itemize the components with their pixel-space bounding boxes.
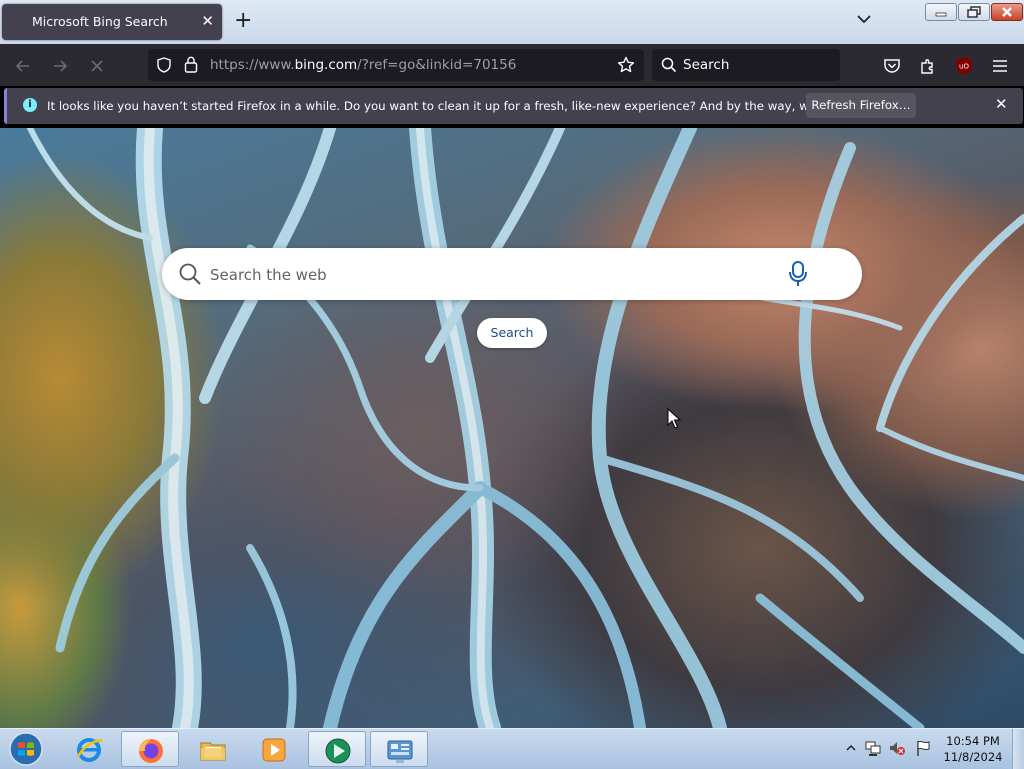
close-window-button[interactable] bbox=[991, 3, 1023, 21]
search-bar[interactable]: Search bbox=[652, 49, 840, 81]
restore-icon bbox=[967, 6, 981, 18]
url-prefix: https://www. bbox=[210, 57, 295, 73]
new-tab-button[interactable]: + bbox=[234, 9, 252, 33]
taskbar: 10:54 PM 11/8/2024 bbox=[0, 728, 1024, 769]
info-icon: i bbox=[23, 98, 37, 112]
menu-hamburger-icon[interactable] bbox=[989, 55, 1011, 77]
address-bar[interactable]: https://www.bing.com/?ref=go&linkid=7015… bbox=[148, 49, 644, 81]
network-icon[interactable] bbox=[864, 737, 882, 759]
restore-button[interactable] bbox=[958, 3, 990, 21]
refresh-firefox-notification: i It looks like you haven’t started Fire… bbox=[4, 88, 1023, 124]
taskbar-firefox[interactable] bbox=[121, 731, 179, 767]
action-center-flag-icon[interactable] bbox=[914, 737, 932, 759]
taskbar-green-app[interactable] bbox=[308, 731, 366, 767]
svg-text:uO: uO bbox=[959, 63, 969, 71]
green-app-icon bbox=[325, 738, 351, 764]
start-button-windows-icon[interactable] bbox=[6, 730, 46, 768]
extensions-puzzle-icon[interactable] bbox=[917, 55, 939, 77]
bing-page: Search bbox=[0, 128, 1024, 728]
url-path: /?ref=go&linkid=70156 bbox=[357, 57, 517, 73]
firefox-icon bbox=[139, 739, 163, 763]
control-panel-icon bbox=[387, 740, 413, 763]
minimize-button[interactable] bbox=[925, 3, 957, 21]
stop-reload-icon[interactable] bbox=[86, 55, 108, 77]
url-text[interactable]: https://www.bing.com/?ref=go&linkid=7015… bbox=[210, 57, 516, 73]
navigation-toolbar: https://www.bing.com/?ref=go&linkid=7015… bbox=[0, 44, 1024, 86]
star-bookmark-icon[interactable] bbox=[617, 56, 635, 74]
clock-time: 10:54 PM bbox=[946, 734, 1000, 748]
tab-microsoft-bing-search[interactable]: Microsoft Bing Search ✕ bbox=[2, 4, 222, 40]
pocket-icon[interactable] bbox=[881, 55, 903, 77]
taskbar-control-panel[interactable] bbox=[370, 731, 428, 767]
folder-icon bbox=[200, 742, 226, 761]
search-icon bbox=[179, 263, 201, 285]
microphone-icon[interactable] bbox=[787, 260, 809, 288]
lock-icon[interactable] bbox=[184, 56, 198, 73]
minimize-icon bbox=[935, 12, 947, 17]
bing-search-box[interactable] bbox=[162, 248, 862, 300]
tab-title: Microsoft Bing Search bbox=[32, 14, 168, 29]
forward-arrow-icon[interactable] bbox=[49, 55, 71, 77]
list-tabs-chevron-icon[interactable] bbox=[855, 10, 873, 28]
volume-muted-icon[interactable] bbox=[888, 737, 906, 759]
close-tab-icon[interactable]: ✕ bbox=[201, 12, 214, 30]
search-icon bbox=[661, 57, 677, 73]
back-arrow-icon[interactable] bbox=[12, 55, 34, 77]
close-icon bbox=[1002, 7, 1012, 17]
show-desktop-button[interactable] bbox=[1012, 729, 1024, 769]
bing-search-input[interactable] bbox=[208, 260, 772, 290]
ublock-origin-icon[interactable]: uO bbox=[953, 55, 975, 77]
taskbar-clock[interactable]: 10:54 PM 11/8/2024 bbox=[940, 733, 1006, 765]
notification-message: It looks like you haven’t started Firefo… bbox=[47, 99, 889, 113]
taskbar-file-explorer[interactable] bbox=[184, 731, 242, 767]
bing-search-button[interactable]: Search bbox=[477, 318, 547, 348]
internet-explorer-icon bbox=[76, 738, 103, 762]
show-hidden-icons-chevron-icon[interactable] bbox=[842, 737, 860, 759]
taskbar-media-player[interactable] bbox=[245, 731, 303, 767]
url-host: bing.com bbox=[294, 57, 358, 73]
media-player-icon bbox=[262, 738, 286, 762]
taskbar-internet-explorer[interactable] bbox=[60, 731, 118, 767]
shield-icon[interactable] bbox=[156, 57, 172, 73]
search-bar-placeholder: Search bbox=[683, 57, 730, 73]
clock-date: 11/8/2024 bbox=[943, 750, 1003, 764]
title-bar: Microsoft Bing Search ✕ + bbox=[0, 0, 1024, 44]
close-notification-icon[interactable]: ✕ bbox=[995, 95, 1008, 113]
refresh-firefox-button[interactable]: Refresh Firefox… bbox=[806, 93, 916, 118]
background-image bbox=[27, 128, 1024, 728]
mouse-cursor-icon bbox=[667, 408, 681, 429]
